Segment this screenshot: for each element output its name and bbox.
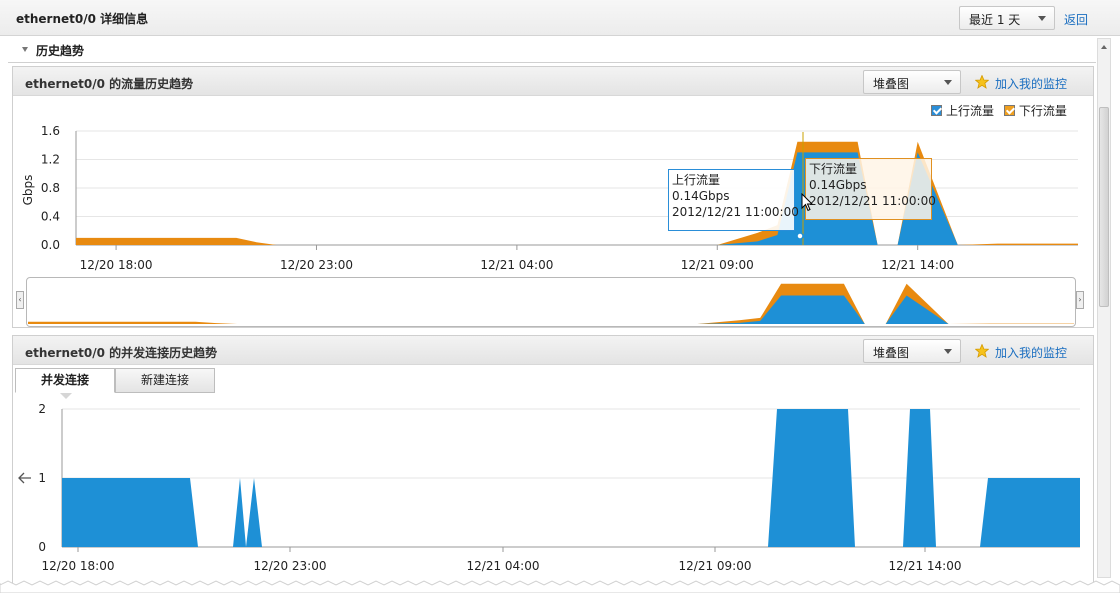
y-tick-label: 0 (38, 540, 46, 554)
x-tick-label: 12/20 18:00 (42, 559, 115, 573)
vertical-scrollbar[interactable] (1097, 38, 1111, 578)
y-tick-label: 2 (38, 402, 46, 416)
torn-edge (0, 580, 1120, 593)
scroll-up-icon[interactable] (1099, 41, 1109, 53)
x-tick-label: 12/21 09:00 (679, 559, 752, 573)
y-tick-label: 1 (38, 471, 46, 485)
x-tick-label: 12/20 23:00 (254, 559, 327, 573)
scrollbar-thumb[interactable] (1099, 107, 1109, 307)
x-tick-label: 12/21 14:00 (889, 559, 962, 573)
arrow-left-icon (18, 472, 31, 484)
x-tick-label: 12/21 04:00 (467, 559, 540, 573)
connections-chart[interactable]: 0 1 2 12/20 18:00 12/20 23:00 12/21 04:00 12/2… (0, 0, 1120, 593)
